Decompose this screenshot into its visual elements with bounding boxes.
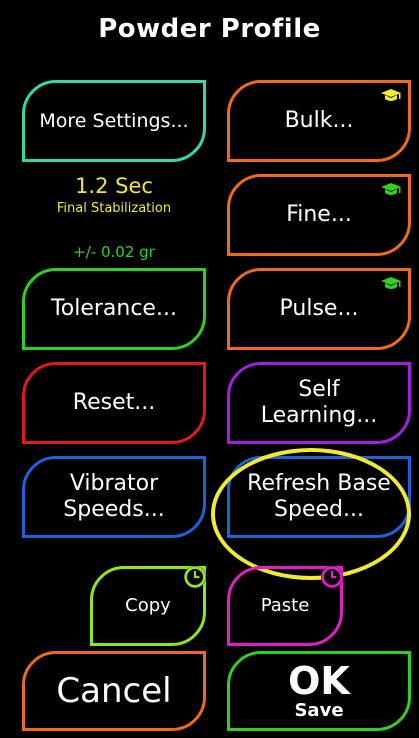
bulk-button[interactable]: Bulk...: [227, 80, 411, 162]
stabilization-label: Final Stabilization: [56, 201, 172, 216]
vibrator-speeds-button[interactable]: Vibrator Speeds...: [22, 456, 206, 538]
graduation-cap-icon: [381, 183, 401, 195]
paste-label: Paste: [260, 595, 310, 617]
stabilization-value: 1.2 Sec: [75, 174, 153, 198]
fine-button[interactable]: Fine...: [227, 174, 411, 256]
copy-button[interactable]: Copy: [90, 566, 206, 646]
paste-button[interactable]: Paste: [227, 566, 343, 646]
tolerance-button[interactable]: Tolerance...: [22, 268, 206, 350]
more-settings-label: More Settings...: [39, 109, 189, 132]
vibrator-speeds-label-line2: Speeds...: [63, 497, 165, 522]
self-learning-button[interactable]: Self Learning...: [227, 362, 411, 444]
cancel-button[interactable]: Cancel: [22, 651, 206, 731]
tolerance-label: Tolerance...: [51, 295, 177, 321]
pulse-label: Pulse...: [279, 295, 359, 321]
self-learning-label-line2: Learning...: [260, 403, 378, 428]
bulk-label: Bulk...: [284, 107, 354, 133]
clock-icon: [184, 566, 206, 588]
ok-save-button[interactable]: OK Save: [227, 651, 411, 731]
refresh-base-speed-button[interactable]: Refresh Base Speed...: [227, 456, 411, 538]
copy-label: Copy: [125, 595, 171, 617]
more-settings-button[interactable]: More Settings...: [22, 80, 206, 162]
save-label: Save: [294, 700, 344, 721]
page-title: Powder Profile: [98, 14, 321, 44]
reset-button[interactable]: Reset...: [22, 362, 206, 444]
cancel-label: Cancel: [56, 670, 172, 711]
pulse-button[interactable]: Pulse...: [227, 268, 411, 350]
clock-icon: [321, 566, 343, 588]
graduation-cap-icon: [381, 89, 401, 101]
fine-label: Fine...: [286, 201, 352, 227]
graduation-cap-icon: [381, 277, 401, 289]
refresh-base-speed-label-line2: Speed...: [274, 497, 364, 522]
ok-label: OK: [288, 659, 350, 703]
self-learning-label-line1: Self: [298, 376, 340, 402]
reset-label: Reset...: [72, 389, 156, 415]
vibrator-speeds-label-line1: Vibrator: [69, 470, 159, 496]
refresh-base-speed-label-line1: Refresh Base: [247, 470, 391, 496]
tolerance-value: +/- 0.02 gr: [73, 243, 155, 261]
